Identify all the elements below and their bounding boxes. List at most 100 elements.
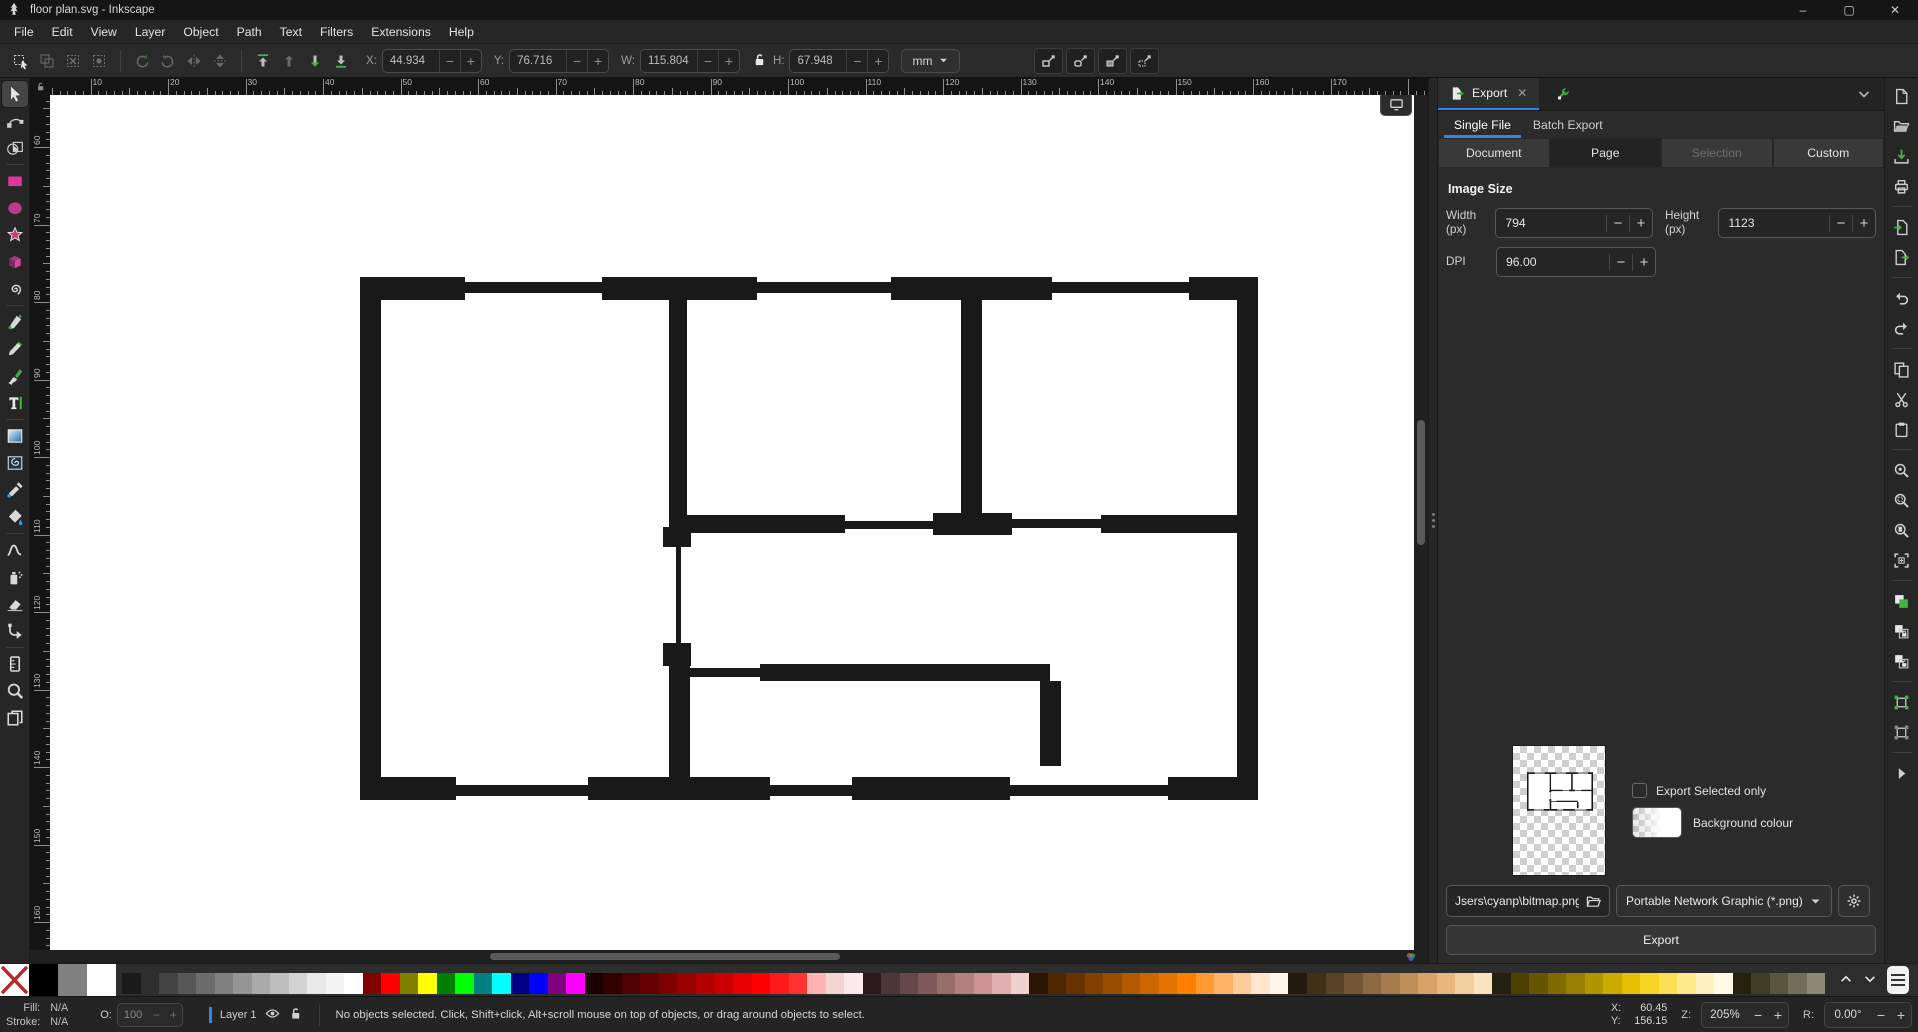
background-colour-swatch[interactable] [1632, 807, 1682, 838]
y-value[interactable]: 76.716 [510, 55, 566, 67]
ruler-corner-lock[interactable] [30, 78, 50, 95]
x-plus[interactable]: + [460, 50, 481, 72]
minimize-button[interactable]: – [1780, 0, 1826, 20]
zoom-field[interactable]: 205%−+ [1701, 1002, 1789, 1028]
palette-swatch[interactable] [1196, 973, 1215, 994]
export-button[interactable]: Export [1446, 925, 1876, 955]
menu-text[interactable]: Text [271, 22, 311, 42]
y-field[interactable]: 76.716−+ [509, 49, 609, 73]
tool-calligraphy[interactable] [2, 363, 28, 389]
vertical-ruler[interactable]: 60708090100110120130140150160 [30, 95, 50, 950]
tab-close-icon[interactable]: ✕ [1517, 86, 1527, 100]
tool-rectangle[interactable] [2, 168, 28, 194]
palette-swatch[interactable] [1807, 973, 1826, 994]
filename-value[interactable]: Jsers\cyanp\bitmap.png [1455, 894, 1579, 908]
scale-pattern-toggle[interactable] [1130, 48, 1159, 74]
palette-swatch[interactable] [900, 973, 919, 994]
horizontal-scrollbar[interactable] [30, 950, 1394, 963]
menu-file[interactable]: File [5, 22, 43, 42]
palette-swatch[interactable] [1381, 973, 1400, 994]
palette-swatch[interactable] [1455, 973, 1474, 994]
subtab-single-file[interactable]: Single File [1444, 113, 1521, 138]
panel-collapse-chevron[interactable] [1856, 86, 1872, 102]
dpi-plus[interactable]: + [1632, 254, 1655, 271]
palette-swatch[interactable] [1363, 973, 1382, 994]
palette-swatch[interactable] [1529, 973, 1548, 994]
palette-swatch[interactable] [1622, 973, 1641, 994]
export-selected-row[interactable]: Export Selected only [1632, 783, 1793, 798]
more-button[interactable] [1890, 761, 1914, 785]
tool-connector[interactable] [2, 618, 28, 644]
palette-swatch[interactable] [974, 973, 993, 994]
save-button[interactable] [1890, 144, 1914, 168]
swatch-#808080[interactable] [58, 964, 87, 996]
tool-shape-builder[interactable] [2, 135, 28, 161]
palette-swatch[interactable] [455, 973, 474, 994]
palette-swatch[interactable] [1288, 973, 1307, 994]
palette-swatch[interactable] [1177, 973, 1196, 994]
palette-swatch[interactable] [289, 973, 308, 994]
palette-swatch[interactable] [363, 973, 382, 994]
deselect-button[interactable] [60, 49, 86, 73]
w-plus[interactable]: + [718, 50, 739, 72]
palette-swatch[interactable] [1788, 973, 1807, 994]
panel-splitter[interactable] [1428, 78, 1437, 963]
layer-visibility-toggle[interactable] [265, 1006, 280, 1024]
scope-document[interactable]: Document [1438, 138, 1550, 168]
palette-swatch[interactable] [1214, 973, 1233, 994]
palette-swatch[interactable] [233, 973, 252, 994]
palette-swatch[interactable] [418, 973, 437, 994]
tool-dropper[interactable] [2, 477, 28, 503]
palette-swatch[interactable] [696, 973, 715, 994]
floor-plan-drawing[interactable] [360, 277, 1258, 800]
tool-pen[interactable] [2, 309, 28, 335]
rotation-field[interactable]: 0.00°−+ [1824, 1002, 1912, 1028]
w-value[interactable]: 115.804 [641, 55, 697, 67]
palette-swatch[interactable] [1344, 973, 1363, 994]
clone-lock-button[interactable] [1890, 619, 1914, 643]
tool-text[interactable] [2, 390, 28, 416]
close-button[interactable]: ✕ [1872, 0, 1918, 20]
palette-swatch[interactable] [474, 973, 493, 994]
y-plus[interactable]: + [587, 50, 608, 72]
palette-swatch[interactable] [1677, 973, 1696, 994]
tool-pencil[interactable] [2, 336, 28, 362]
select-same-button[interactable] [34, 49, 60, 73]
zoom-page-button[interactable] [1890, 518, 1914, 542]
rotate-ccw-button[interactable] [129, 49, 155, 73]
swatch-none[interactable] [0, 964, 29, 996]
lock-ratio-icon[interactable] [752, 52, 767, 70]
palette-swatch[interactable] [770, 973, 789, 994]
palette-swatch[interactable] [585, 973, 604, 994]
units-dropdown[interactable]: mm [901, 49, 960, 73]
tab-export[interactable]: Export ✕ [1438, 78, 1539, 110]
palette-swatch[interactable] [826, 973, 845, 994]
palette-swatch[interactable] [492, 973, 511, 994]
background-colour-row[interactable]: Background colour [1632, 807, 1793, 838]
palette-swatch[interactable] [622, 973, 641, 994]
palette-swatch[interactable] [1066, 973, 1085, 994]
h-field[interactable]: 67.948−+ [789, 49, 889, 73]
new-doc-button[interactable] [1890, 84, 1914, 108]
palette-swatch[interactable] [844, 973, 863, 994]
width-plus[interactable]: + [1629, 215, 1652, 232]
palette-swatch[interactable] [1511, 973, 1530, 994]
tool-pages[interactable] [2, 705, 28, 731]
tool-measure[interactable] [2, 651, 28, 677]
width-value[interactable]: 794 [1496, 216, 1606, 230]
rotation-value[interactable]: 0.00° [1825, 1009, 1871, 1021]
swatch-#000000[interactable] [29, 964, 58, 996]
export-selected-checkbox[interactable] [1632, 783, 1647, 798]
tool-selector[interactable] [2, 81, 28, 107]
palette-swatch[interactable] [1251, 973, 1270, 994]
splitter-grip[interactable] [1432, 513, 1435, 528]
swatch-#ffffff[interactable] [87, 964, 116, 996]
stroke-value[interactable]: N/A [50, 1016, 68, 1028]
w-field[interactable]: 115.804−+ [640, 49, 740, 73]
tool-gradient[interactable] [2, 423, 28, 449]
format-settings-button[interactable] [1838, 885, 1870, 917]
horizontal-ruler[interactable]: 1020304050607080901001101201301401501601… [50, 78, 1428, 95]
palette-swatch[interactable] [1751, 973, 1770, 994]
layer-lock-toggle[interactable] [288, 1006, 303, 1024]
palette-swatch[interactable] [1733, 973, 1752, 994]
